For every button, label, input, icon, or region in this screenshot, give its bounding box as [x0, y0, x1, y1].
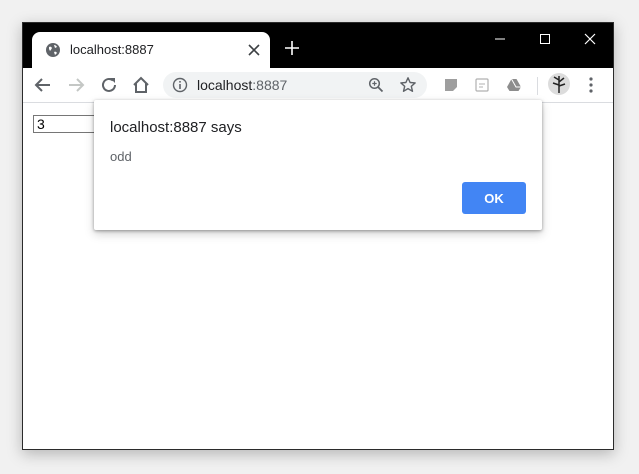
zoom-icon[interactable] [368, 77, 384, 93]
dialog-message: odd [110, 149, 132, 164]
toolbar: localhost:8887 [23, 68, 613, 103]
kebab-menu-icon[interactable] [585, 76, 597, 94]
extension-calendar-icon[interactable] [474, 77, 490, 93]
new-tab-icon[interactable] [285, 41, 299, 55]
tab-localhost[interactable]: localhost:8887 [32, 32, 270, 68]
browser-window: localhost:8887 localhost:8887 3 localhos… [22, 22, 614, 450]
extension-drive-icon[interactable] [506, 77, 522, 93]
tab-title: localhost:8887 [70, 42, 154, 57]
address-bar[interactable]: localhost:8887 [163, 72, 427, 98]
minimize-icon[interactable] [478, 23, 522, 55]
alert-dialog: localhost:8887 says odd OK [94, 100, 542, 230]
url-host: localhost [197, 77, 253, 93]
bookmark-star-icon[interactable] [399, 76, 417, 94]
url-text[interactable]: localhost:8887 [197, 77, 287, 93]
profile-icon [552, 76, 566, 93]
title-bar: localhost:8887 [23, 23, 613, 68]
dialog-title: localhost:8887 says [110, 119, 242, 136]
close-tab-icon[interactable] [248, 44, 260, 56]
maximize-icon[interactable] [523, 23, 567, 55]
url-port: :8887 [252, 77, 288, 93]
forward-icon[interactable] [66, 75, 86, 95]
back-icon[interactable] [33, 75, 53, 95]
number-input[interactable] [33, 115, 99, 133]
avatar[interactable] [548, 73, 570, 95]
toolbar-separator [537, 77, 538, 95]
close-window-icon[interactable] [568, 23, 612, 55]
reload-icon[interactable] [99, 75, 119, 95]
home-icon[interactable] [131, 75, 151, 95]
globe-icon [46, 43, 60, 57]
extension-note-icon[interactable] [443, 77, 459, 93]
info-icon[interactable] [172, 77, 188, 93]
ok-button[interactable]: OK [462, 182, 526, 214]
